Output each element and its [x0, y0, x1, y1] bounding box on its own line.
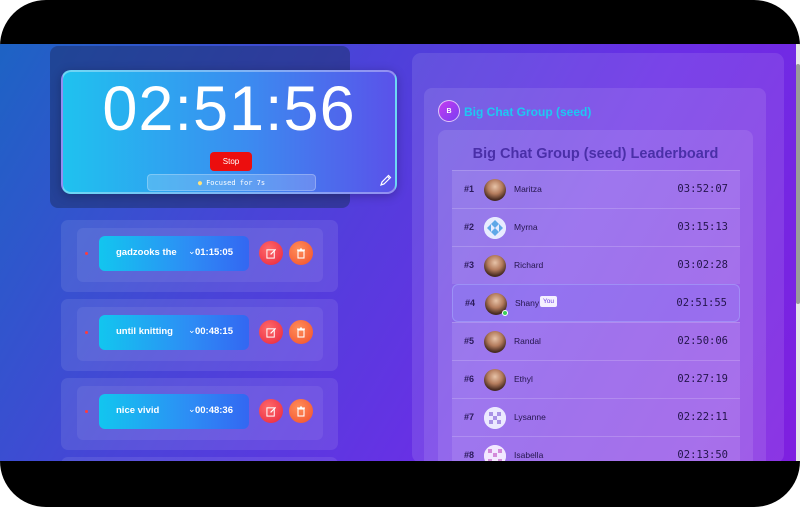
member-name: Lysanne: [514, 412, 546, 422]
edit-icon: [265, 327, 276, 338]
member-time: 03:02:28: [677, 259, 728, 271]
edit-task-button[interactable]: [259, 320, 283, 344]
leaderboard-list: #1 Maritza 03:52:07 #2 Myrna 03:15:13 #3: [452, 170, 740, 461]
rank: #8: [464, 450, 475, 460]
member-name: Maritza: [514, 184, 542, 194]
app-viewport: 02:51:56 Stop ● Focused for 7s gadzooks …: [0, 44, 796, 461]
leaderboard-row[interactable]: #2 Myrna 03:15:13: [452, 208, 740, 246]
task-row: nice vivid ⌄ 00:48:36: [77, 386, 323, 440]
you-badge: You: [540, 296, 557, 307]
rank: #5: [464, 336, 475, 346]
task-time: 00:48:36: [194, 405, 233, 416]
focus-status-text: Focused for 7s: [206, 178, 266, 187]
avatar: [484, 445, 506, 461]
rank: #2: [464, 222, 475, 232]
member-name: Myrna: [514, 222, 538, 232]
trash-icon: [297, 406, 305, 417]
trash-icon: [297, 327, 305, 338]
task-time: 01:15:05: [194, 247, 233, 258]
online-status-dot: [502, 310, 508, 316]
identicon-icon: [484, 445, 506, 461]
avatar: [485, 293, 508, 316]
lightbulb-icon: ●: [197, 178, 203, 187]
rank: #6: [464, 374, 475, 384]
task-row: gadzooks the ⌄ 01:15:05: [77, 228, 323, 282]
pencil-icon[interactable]: [379, 173, 393, 187]
leaderboard-row[interactable]: #7 Lysanne 02:22:11: [452, 398, 740, 436]
member-time: 03:15:13: [677, 221, 728, 233]
scrollbar-thumb[interactable]: [796, 64, 800, 304]
leaderboard-row-current-user[interactable]: #4 Shany You 02:51:55: [452, 284, 740, 322]
rank: #3: [464, 260, 475, 270]
task-time: 00:48:15: [194, 326, 233, 337]
task-row: until knitting ⌄ 00:48:15: [77, 307, 323, 361]
task-name: gadzooks the: [116, 247, 177, 258]
group-avatar: B: [438, 100, 460, 122]
task-marker: [85, 410, 88, 413]
task-selector[interactable]: nice vivid ⌄ 00:48:36: [99, 394, 249, 429]
avatar: [484, 407, 506, 429]
member-time: 02:51:55: [676, 297, 727, 309]
task-card: until knitting ⌄ 00:48:15: [61, 299, 338, 371]
group-name-link[interactable]: Big Chat Group (seed): [464, 105, 591, 119]
avatar: [484, 369, 506, 391]
leaderboard-row[interactable]: #8 Isabella 02:13:50: [452, 436, 740, 461]
member-time: 02:22:11: [677, 411, 728, 423]
delete-task-button[interactable]: [289, 399, 313, 423]
member-name: Richard: [514, 260, 544, 270]
member-time: 03:52:07: [677, 183, 728, 195]
rank: #1: [464, 184, 475, 194]
leaderboard-row[interactable]: #6 Ethyl 02:27:19: [452, 360, 740, 398]
task-card: gadzooks the ⌄ 01:15:05: [61, 220, 338, 292]
leaderboard-row[interactable]: #1 Maritza 03:52:07: [452, 170, 740, 208]
identicon-icon: [484, 407, 506, 429]
member-time: 02:27:19: [677, 373, 728, 385]
edit-icon: [265, 406, 276, 417]
focus-status-bar: ● Focused for 7s: [147, 174, 316, 191]
task-marker: [85, 252, 88, 255]
edit-icon: [265, 248, 276, 259]
timer-display: 02:51:56: [102, 74, 356, 144]
task-name: until knitting: [116, 326, 173, 337]
task-card: [61, 457, 338, 461]
task-card: nice vivid ⌄ 00:48:36: [61, 378, 338, 450]
device-frame: 02:51:56 Stop ● Focused for 7s gadzooks …: [0, 0, 800, 507]
edit-task-button[interactable]: [259, 241, 283, 265]
leaderboard-row[interactable]: #5 Randal 02:50:06: [452, 322, 740, 360]
member-name: Randal: [514, 336, 541, 346]
delete-task-button[interactable]: [289, 320, 313, 344]
task-selector[interactable]: until knitting ⌄ 00:48:15: [99, 315, 249, 350]
member-time: 02:13:50: [677, 449, 728, 461]
task-selector[interactable]: gadzooks the ⌄ 01:15:05: [99, 236, 249, 271]
timer-card: 02:51:56 Stop ● Focused for 7s: [61, 70, 397, 194]
member-name: Shany: [515, 298, 540, 308]
task-marker: [85, 331, 88, 334]
delete-task-button[interactable]: [289, 241, 313, 265]
avatar: [484, 255, 506, 277]
page-scrollbar[interactable]: [796, 44, 800, 461]
leaderboard-title: Big Chat Group (seed) Leaderboard: [472, 146, 719, 162]
leaderboard-row[interactable]: #3 Richard 03:02:28: [452, 246, 740, 284]
edit-task-button[interactable]: [259, 399, 283, 423]
member-time: 02:50:06: [677, 335, 728, 347]
identicon-icon: [484, 217, 506, 239]
avatar: [484, 179, 506, 201]
rank: #4: [465, 298, 476, 308]
member-name: Ethyl: [514, 374, 533, 384]
avatar: [484, 217, 506, 239]
stop-button[interactable]: Stop: [210, 152, 252, 171]
task-name: nice vivid: [116, 405, 160, 416]
rank: #7: [464, 412, 475, 422]
member-name: Isabella: [514, 450, 544, 460]
avatar: [484, 331, 506, 353]
trash-icon: [297, 248, 305, 259]
